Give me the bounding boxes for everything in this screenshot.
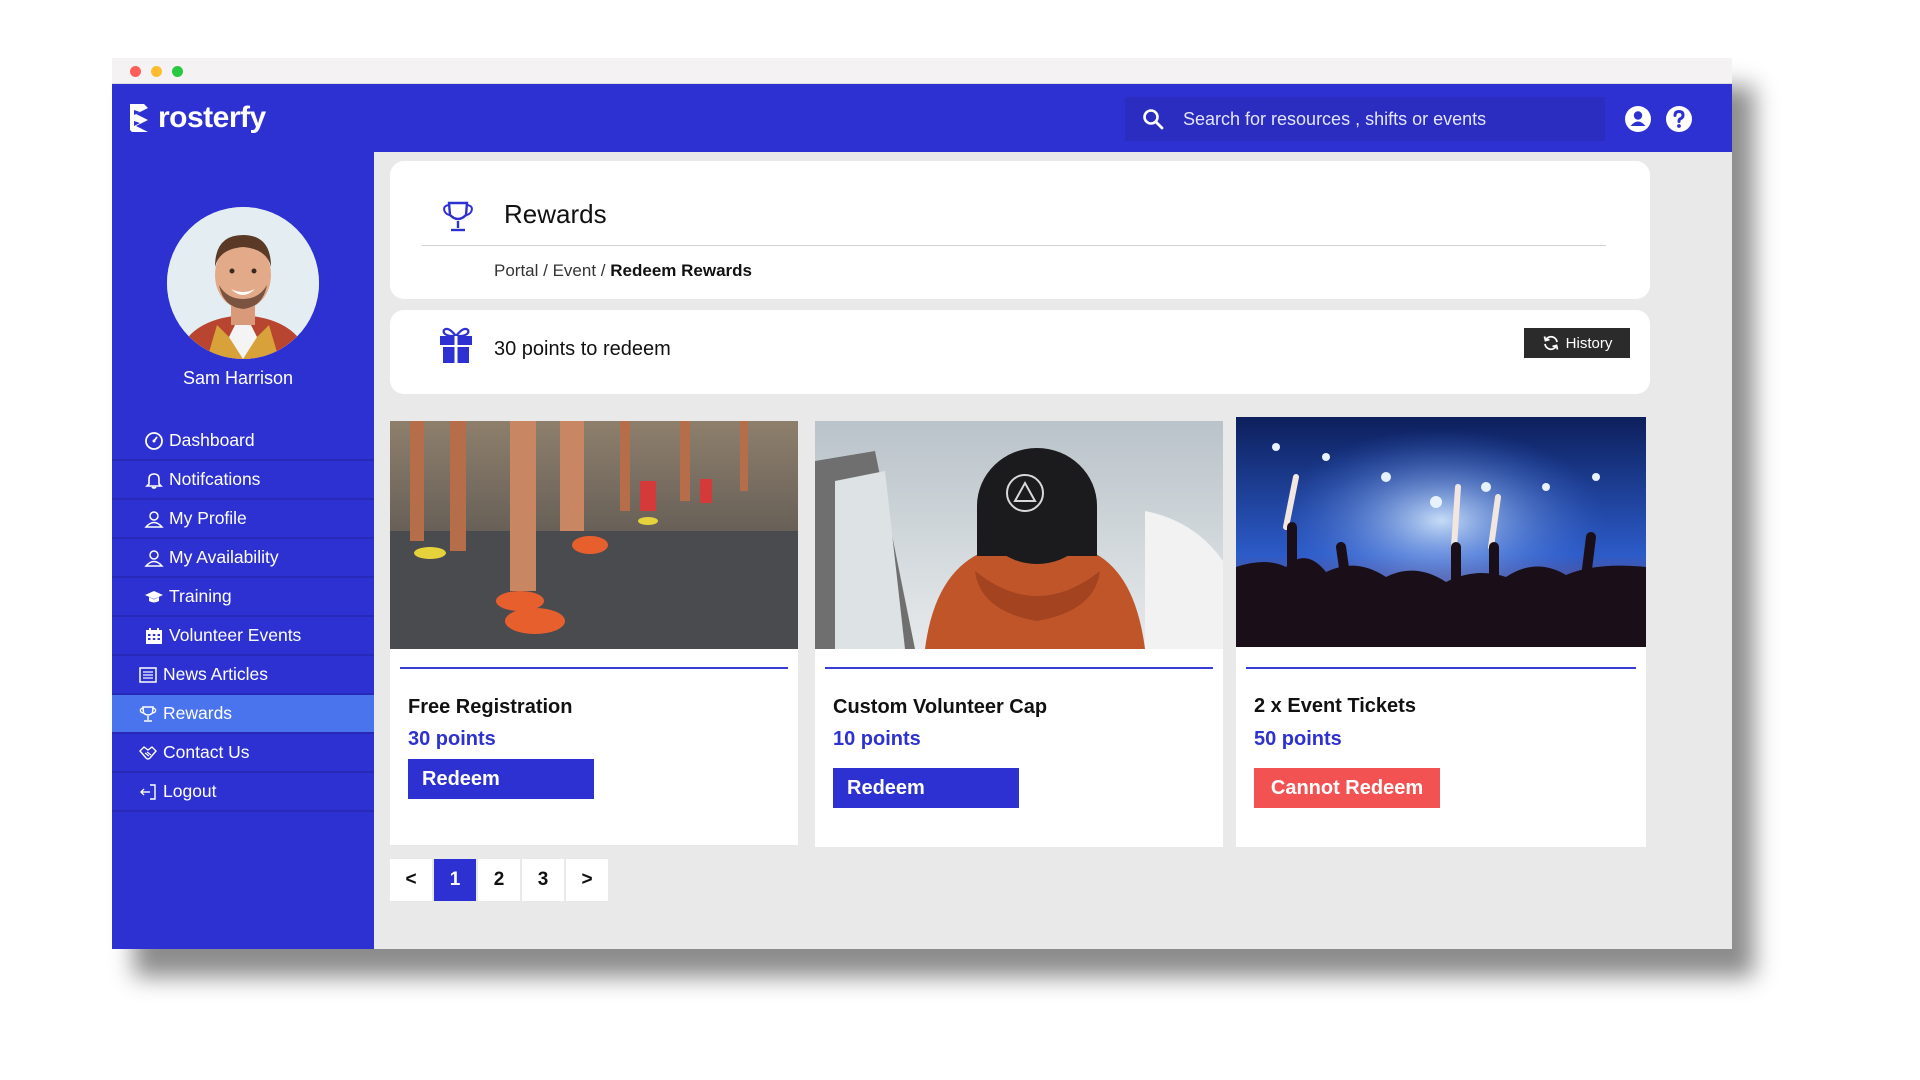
breadcrumb-separator: / bbox=[596, 261, 611, 280]
sidebar-item-label: Volunteer Events bbox=[169, 625, 302, 645]
points-balance-card: 30 points to redeem History bbox=[390, 310, 1650, 394]
dashboard-icon bbox=[145, 431, 163, 450]
help-icon[interactable] bbox=[1665, 105, 1693, 133]
sidebar-item-my-profile[interactable]: My Profile bbox=[112, 500, 374, 539]
sidebar-item-label: Contact Us bbox=[163, 742, 250, 762]
page-button-1[interactable]: 1 bbox=[434, 859, 476, 901]
reward-card: Free Registration 30 points Redeem bbox=[390, 421, 798, 845]
cannot-redeem-button[interactable]: Cannot Redeem bbox=[1254, 768, 1440, 808]
divider bbox=[825, 667, 1213, 669]
trophy-icon bbox=[139, 705, 157, 722]
divider bbox=[1246, 667, 1636, 669]
top-header: rosterfy bbox=[112, 84, 1732, 152]
sidebar-item-label: My Profile bbox=[169, 508, 247, 528]
search-icon bbox=[1143, 109, 1164, 130]
history-button[interactable]: History bbox=[1524, 328, 1630, 358]
bell-icon bbox=[145, 472, 163, 489]
reward-image bbox=[1236, 417, 1646, 647]
sidebar-item-contact-us[interactable]: Contact Us bbox=[112, 734, 374, 773]
reward-card: Custom Volunteer Cap 10 points Redeem bbox=[815, 421, 1223, 847]
breadcrumb-portal[interactable]: Portal bbox=[494, 261, 538, 280]
brand-name: rosterfy bbox=[158, 101, 266, 134]
sidebar-item-rewards[interactable]: Rewards bbox=[112, 695, 374, 734]
breadcrumb: Portal / Event / Redeem Rewards bbox=[494, 261, 752, 281]
maximize-window-button[interactable] bbox=[172, 66, 183, 77]
concert-photo bbox=[1236, 417, 1646, 647]
sidebar-item-logout[interactable]: Logout bbox=[112, 773, 374, 812]
sidebar-item-news-articles[interactable]: News Articles bbox=[112, 656, 374, 695]
close-window-button[interactable] bbox=[130, 66, 141, 77]
divider bbox=[422, 245, 1606, 246]
sidebar: Sam Harrison Dashboard Notifcations My P… bbox=[112, 152, 374, 949]
reward-points: 50 points bbox=[1254, 728, 1342, 750]
cap-photo bbox=[815, 421, 1223, 649]
sidebar-item-label: Rewards bbox=[163, 703, 233, 723]
sidebar-item-training[interactable]: Training bbox=[112, 578, 374, 617]
avatar[interactable] bbox=[167, 207, 319, 359]
brand-logo[interactable]: rosterfy bbox=[128, 100, 266, 136]
next-page-button[interactable]: > bbox=[566, 859, 608, 901]
sidebar-item-label: Notifcations bbox=[169, 469, 261, 489]
reward-name: Custom Volunteer Cap bbox=[833, 696, 1048, 718]
search-input[interactable] bbox=[1183, 108, 1583, 130]
breadcrumb-separator: / bbox=[538, 261, 553, 280]
breadcrumb-current: Redeem Rewards bbox=[610, 261, 752, 280]
handshake-icon bbox=[139, 745, 157, 760]
reward-points: 30 points bbox=[408, 728, 496, 750]
page-button-3[interactable]: 3 bbox=[522, 859, 564, 901]
user-name: Sam Harrison bbox=[182, 368, 294, 388]
user-icon bbox=[144, 510, 164, 528]
newspaper-icon bbox=[139, 666, 157, 683]
divider bbox=[400, 667, 788, 669]
page-header-card: Rewards Portal / Event / Redeem Rewards bbox=[390, 161, 1650, 299]
reward-points: 10 points bbox=[833, 728, 921, 750]
reward-image bbox=[815, 421, 1223, 649]
sidebar-item-label: Logout bbox=[163, 781, 217, 801]
minimize-window-button[interactable] bbox=[151, 66, 162, 77]
history-button-label: History bbox=[1565, 334, 1613, 352]
logout-icon bbox=[140, 783, 156, 800]
page-button-2[interactable]: 2 bbox=[478, 859, 520, 901]
page-title: Rewards bbox=[504, 199, 607, 229]
runners-photo bbox=[390, 421, 798, 649]
calendar-icon bbox=[146, 627, 162, 644]
profile-photo bbox=[167, 207, 319, 359]
account-icon[interactable] bbox=[1624, 105, 1652, 133]
graduation-cap-icon bbox=[145, 590, 163, 602]
sidebar-item-label: My Availability bbox=[169, 547, 279, 567]
trophy-icon bbox=[443, 201, 473, 232]
prev-page-button[interactable]: < bbox=[390, 859, 432, 901]
gift-icon bbox=[440, 327, 472, 364]
sidebar-item-label: Dashboard bbox=[169, 430, 255, 450]
sidebar-item-volunteer-events[interactable]: Volunteer Events bbox=[112, 617, 374, 656]
sidebar-item-notifications[interactable]: Notifcations bbox=[112, 461, 374, 500]
pagination: < 1 2 3 > bbox=[390, 859, 610, 901]
redeem-button[interactable]: Redeem bbox=[408, 759, 594, 799]
reward-card: 2 x Event Tickets 50 points Cannot Redee… bbox=[1236, 417, 1646, 847]
sidebar-item-label: Training bbox=[169, 586, 232, 606]
rosterfy-logo-icon bbox=[130, 104, 148, 132]
redeem-button[interactable]: Redeem bbox=[833, 768, 1019, 808]
sidebar-item-dashboard[interactable]: Dashboard bbox=[112, 422, 374, 461]
window-titlebar bbox=[112, 58, 1732, 84]
sidebar-nav: Dashboard Notifcations My Profile My Ava… bbox=[112, 422, 374, 812]
sidebar-item-my-availability[interactable]: My Availability bbox=[112, 539, 374, 578]
search-bar[interactable] bbox=[1125, 97, 1605, 141]
reward-name: Free Registration bbox=[408, 696, 573, 718]
refresh-icon bbox=[1543, 335, 1559, 351]
points-balance: 30 points to redeem bbox=[494, 338, 671, 360]
user-icon bbox=[144, 549, 164, 567]
sidebar-item-label: News Articles bbox=[163, 664, 269, 684]
app-window: rosterfy Search for resources , shifts o… bbox=[112, 58, 1732, 949]
breadcrumb-event[interactable]: Event bbox=[553, 261, 596, 280]
reward-image bbox=[390, 421, 798, 649]
reward-name: 2 x Event Tickets bbox=[1254, 695, 1416, 717]
